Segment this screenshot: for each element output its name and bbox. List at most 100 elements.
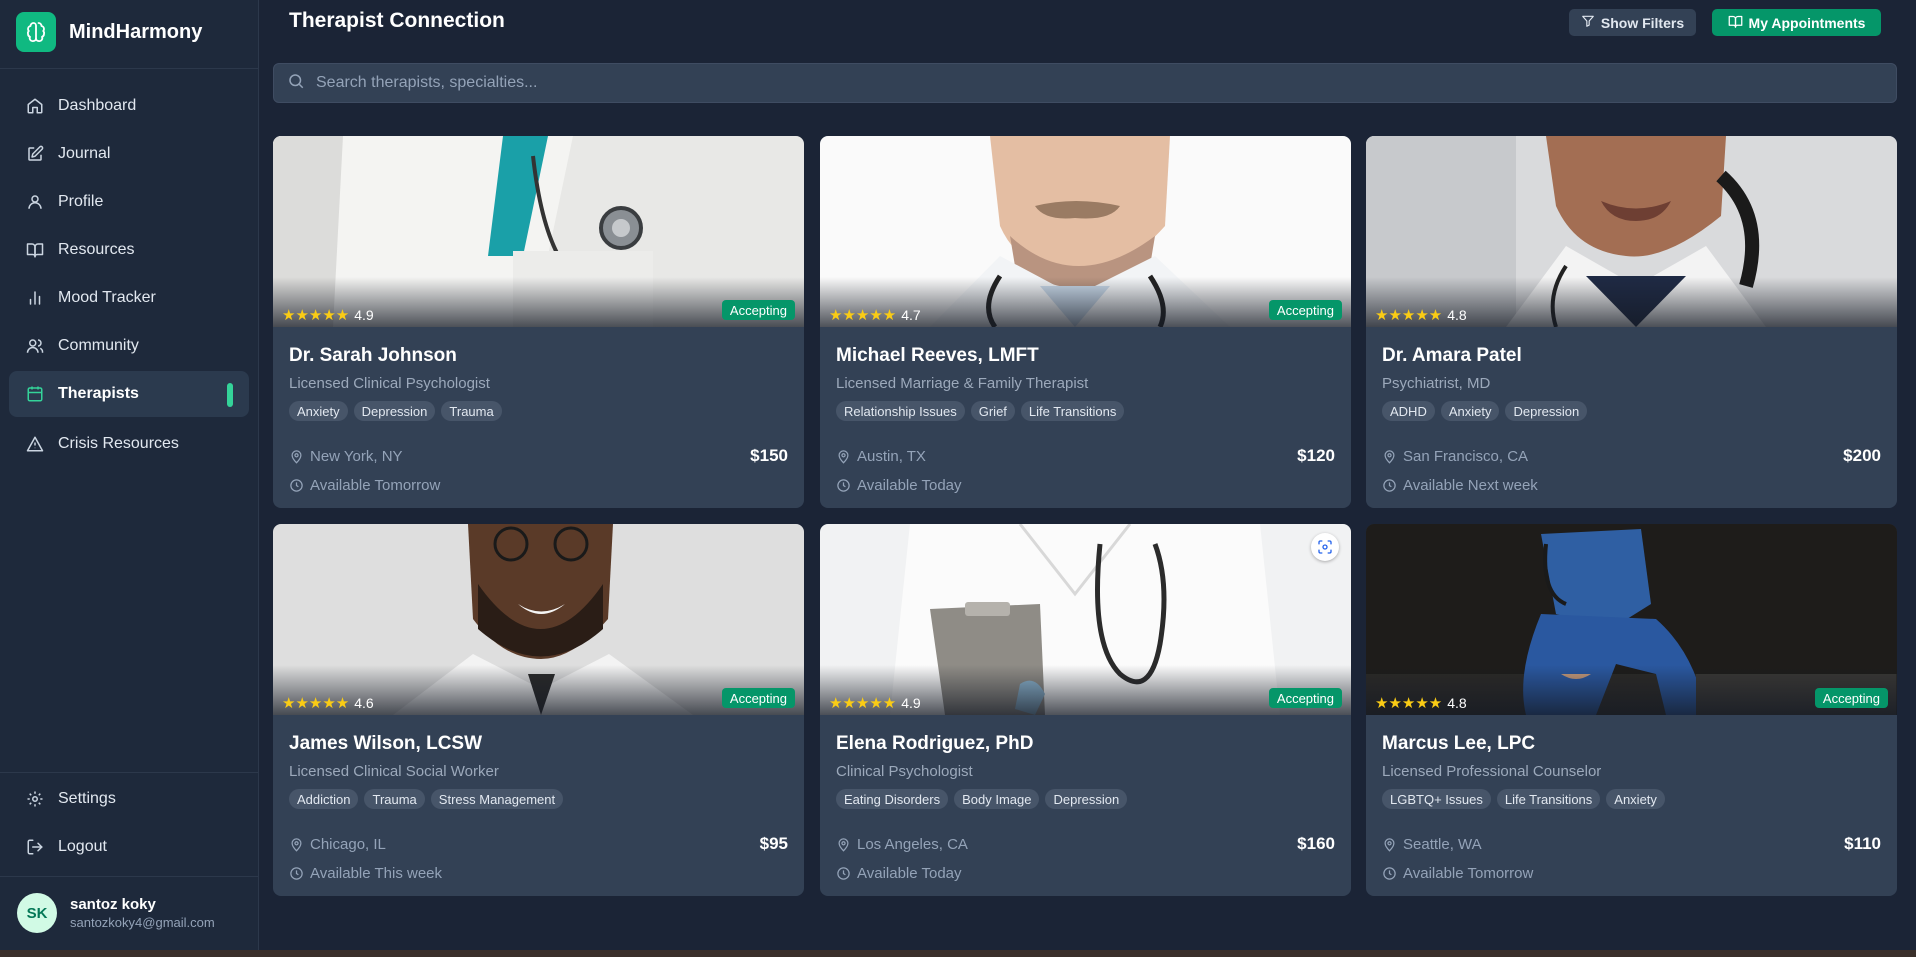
therapist-name: Dr. Amara Patel bbox=[1382, 345, 1522, 366]
therapist-title: Psychiatrist, MD bbox=[1382, 375, 1491, 392]
therapist-photo bbox=[273, 136, 804, 327]
sidebar-item-label: Profile bbox=[58, 193, 104, 210]
page-title: Therapist Connection bbox=[289, 9, 505, 32]
rating: ★★★★★ 4.7 bbox=[829, 306, 921, 324]
user-profile[interactable]: SK santoz koky santozkoky4@gmail.com bbox=[17, 893, 215, 933]
sidebar-item-logout[interactable]: Logout bbox=[9, 824, 249, 870]
sidebar-item-resources[interactable]: Resources bbox=[9, 227, 249, 273]
therapist-title: Licensed Marriage & Family Therapist bbox=[836, 375, 1089, 392]
rating-value: 4.9 bbox=[354, 307, 374, 323]
star-rating-icon: ★★★★★ bbox=[829, 307, 897, 324]
specialty-tag: Depression bbox=[353, 401, 436, 421]
rating-value: 4.8 bbox=[1447, 307, 1467, 323]
my-appointments-label: My Appointments bbox=[1748, 14, 1866, 31]
session-price: $160 bbox=[1297, 834, 1335, 853]
status-badge: Accepting bbox=[1268, 688, 1342, 708]
therapist-card[interactable]: ★★★★★ 4.8 Accepting Marcus Lee, LPC Lice… bbox=[1366, 524, 1897, 896]
specialty-tag: LGBTQ+ Issues bbox=[1382, 789, 1491, 809]
map-pin-icon bbox=[1384, 837, 1395, 852]
show-filters-button[interactable]: Show Filters bbox=[1569, 9, 1696, 36]
location: San Francisco, CA bbox=[1382, 448, 1528, 465]
location-text: Austin, TX bbox=[857, 447, 926, 465]
specialty-tag: Life Transitions bbox=[1496, 789, 1601, 809]
therapist-card[interactable]: ★★★★★ 4.9 Accepting Dr. Sarah Johnson Li… bbox=[273, 136, 804, 508]
availability-text: Available Tomorrow bbox=[1403, 865, 1534, 882]
clock-icon bbox=[290, 867, 303, 880]
therapist-card[interactable]: ★★★★★ 4.8 Dr. Amara Patel Psychiatrist, … bbox=[1366, 136, 1897, 508]
visual-search-button[interactable] bbox=[1311, 533, 1339, 561]
bar-chart-icon bbox=[25, 288, 45, 308]
location: Seattle, WA bbox=[1382, 836, 1482, 853]
specialty-tag: Anxiety bbox=[289, 401, 348, 421]
sidebar-item-crisis-resources[interactable]: Crisis Resources bbox=[9, 421, 249, 467]
session-price: $95 bbox=[759, 834, 788, 853]
rating-value: 4.6 bbox=[354, 695, 374, 711]
sidebar-item-therapists[interactable]: Therapists bbox=[9, 371, 249, 417]
star-rating-icon: ★★★★★ bbox=[1375, 307, 1443, 324]
sidebar-item-label: Resources bbox=[58, 241, 135, 258]
specialty-tag: Anxiety bbox=[1606, 789, 1665, 809]
therapist-title: Licensed Clinical Psychologist bbox=[289, 375, 490, 392]
rating-value: 4.8 bbox=[1447, 695, 1467, 711]
sidebar-item-profile[interactable]: Profile bbox=[9, 179, 249, 225]
specialty-tag: Body Image bbox=[954, 789, 1040, 809]
search-input[interactable]: Search therapists, specialties... bbox=[273, 63, 1897, 103]
main-nav: Dashboard Journal Profile Resources Mood… bbox=[9, 83, 249, 469]
book-icon bbox=[25, 240, 45, 260]
specialty-tags: Anxiety Depression Trauma bbox=[289, 401, 788, 421]
location: Austin, TX bbox=[836, 448, 926, 465]
clock-icon bbox=[837, 479, 850, 492]
rating: ★★★★★ 4.6 bbox=[282, 694, 374, 712]
therapist-photo bbox=[1366, 136, 1897, 327]
rating: ★★★★★ 4.9 bbox=[282, 306, 374, 324]
clock-icon bbox=[290, 479, 303, 492]
sidebar-item-mood-tracker[interactable]: Mood Tracker bbox=[9, 275, 249, 321]
sidebar-item-label: Crisis Resources bbox=[58, 435, 179, 452]
sidebar-item-label: Mood Tracker bbox=[58, 289, 156, 306]
home-icon bbox=[25, 96, 45, 116]
user-name: santoz koky bbox=[70, 896, 156, 913]
user-email: santozkoky4@gmail.com bbox=[70, 915, 215, 930]
rating: ★★★★★ 4.8 bbox=[1375, 694, 1467, 712]
sidebar-item-label: Journal bbox=[58, 145, 111, 162]
star-rating-icon: ★★★★★ bbox=[282, 307, 350, 324]
status-badge: Accepting bbox=[1814, 688, 1888, 708]
avatar: SK bbox=[17, 893, 57, 933]
therapist-name: Marcus Lee, LPC bbox=[1382, 733, 1536, 754]
therapist-card[interactable]: ★★★★★ 4.9 Accepting Elena Rodriguez, PhD… bbox=[820, 524, 1351, 896]
sidebar-item-settings[interactable]: Settings bbox=[9, 776, 249, 822]
specialty-tags: ADHD Anxiety Depression bbox=[1382, 401, 1881, 421]
sidebar-item-label: Community bbox=[58, 337, 139, 354]
therapist-card[interactable]: ★★★★★ 4.7 Accepting Michael Reeves, LMFT… bbox=[820, 136, 1351, 508]
star-rating-icon: ★★★★★ bbox=[282, 695, 350, 712]
therapist-photo bbox=[820, 524, 1351, 715]
edit-icon bbox=[25, 144, 45, 164]
location: New York, NY bbox=[289, 448, 403, 465]
rating: ★★★★★ 4.9 bbox=[829, 694, 921, 712]
divider bbox=[0, 876, 259, 877]
availability: Available Next week bbox=[1382, 477, 1538, 494]
sidebar-item-journal[interactable]: Journal bbox=[9, 131, 249, 177]
availability-text: Available Next week bbox=[1403, 477, 1538, 494]
specialty-tag: Depression bbox=[1045, 789, 1128, 809]
map-pin-icon bbox=[1384, 449, 1395, 464]
therapist-card[interactable]: ★★★★★ 4.6 Accepting James Wilson, LCSW L… bbox=[273, 524, 804, 896]
session-price: $110 bbox=[1844, 834, 1881, 853]
sidebar-item-label: Dashboard bbox=[58, 97, 137, 114]
status-badge: Accepting bbox=[721, 300, 795, 320]
secondary-nav: Settings Logout bbox=[9, 776, 249, 872]
location-text: Los Angeles, CA bbox=[857, 835, 968, 853]
my-appointments-button[interactable]: My Appointments bbox=[1712, 9, 1881, 36]
window-edge bbox=[0, 950, 1916, 957]
sidebar-item-community[interactable]: Community bbox=[9, 323, 249, 369]
clock-icon bbox=[1383, 479, 1396, 492]
brand[interactable]: MindHarmony bbox=[16, 12, 202, 52]
therapist-name: Elena Rodriguez, PhD bbox=[836, 733, 1034, 754]
sidebar-item-label: Settings bbox=[58, 790, 116, 807]
availability: Available Tomorrow bbox=[289, 477, 440, 494]
search-placeholder: Search therapists, specialties... bbox=[316, 74, 538, 91]
therapist-name: Dr. Sarah Johnson bbox=[289, 345, 457, 366]
status-badge: Accepting bbox=[721, 688, 795, 708]
sidebar-item-dashboard[interactable]: Dashboard bbox=[9, 83, 249, 129]
location: Los Angeles, CA bbox=[836, 836, 968, 853]
